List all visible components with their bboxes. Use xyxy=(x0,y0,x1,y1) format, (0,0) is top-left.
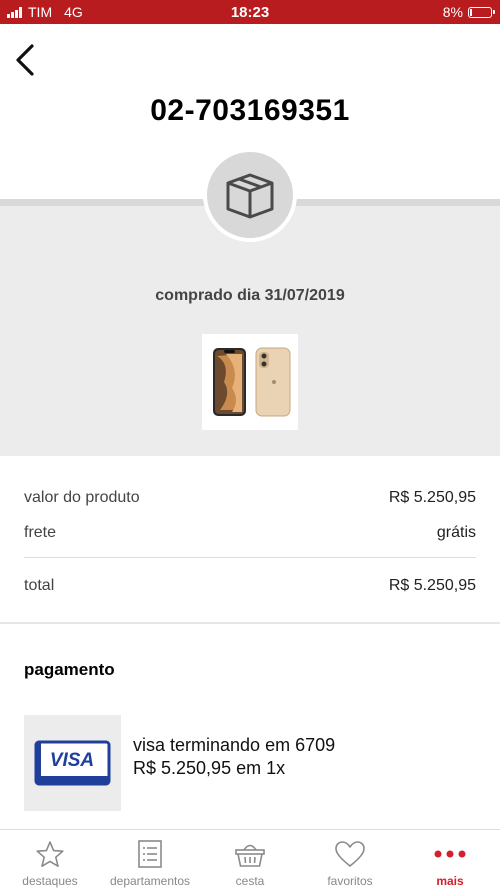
nav-item-cesta[interactable]: cesta xyxy=(200,830,300,889)
nav-label-cesta: cesta xyxy=(235,874,265,888)
battery-fill xyxy=(470,8,472,16)
section-divider xyxy=(0,622,500,624)
product-value-label: valor do produto xyxy=(24,489,140,506)
list-icon xyxy=(138,840,162,868)
status-right: 8% xyxy=(442,4,495,20)
heart-icon xyxy=(335,841,365,867)
nav-item-mais[interactable]: mais xyxy=(400,830,500,889)
product-value: R$ 5.250,95 xyxy=(388,489,476,506)
nav-label-favoritos: favoritos xyxy=(327,874,373,888)
total-label: total xyxy=(24,577,55,594)
battery-percent: 8% xyxy=(442,4,463,20)
star-icon xyxy=(36,841,64,868)
visa-wordmark: VISA xyxy=(50,750,94,771)
card-brand-box: VISA xyxy=(24,715,121,811)
card-ending-text: visa terminando em 6709 xyxy=(133,735,336,755)
status-time: 18:23 xyxy=(230,4,270,21)
visa-card-icon: VISA xyxy=(34,740,111,786)
payment-heading: pagamento xyxy=(24,660,115,679)
purchase-date: comprado dia 31/07/2019 xyxy=(155,287,345,304)
chevron-left-icon xyxy=(16,44,34,76)
order-number: 02-703169351 xyxy=(150,94,350,127)
shipping-value: grátis xyxy=(436,524,476,541)
back-button[interactable] xyxy=(12,42,38,78)
shipping-label: frete xyxy=(24,524,57,541)
battery-icon xyxy=(468,6,495,18)
product-image[interactable] xyxy=(202,334,298,430)
nav-item-destaques[interactable]: destaques xyxy=(0,830,100,889)
installments-text: R$ 5.250,95 em 1x xyxy=(133,758,286,778)
nav-item-departamentos[interactable]: departamentos xyxy=(100,830,200,889)
package-badge xyxy=(203,148,297,242)
more-dots-icon xyxy=(434,850,466,858)
nav-label-departamentos: departamentos xyxy=(109,874,191,888)
package-icon xyxy=(226,173,274,219)
nav-label-destaques: destaques xyxy=(22,874,78,888)
status-bar: TIM 4G 18:23 8% xyxy=(0,0,500,24)
nav-label-mais: mais xyxy=(436,874,464,888)
phone-product-image xyxy=(213,347,291,417)
nav-item-favoritos[interactable]: favoritos xyxy=(300,830,400,889)
total-value: R$ 5.250,95 xyxy=(388,577,476,594)
bottom-navigation: destaques departamentos cesta favoritos … xyxy=(0,829,500,889)
basket-icon xyxy=(235,844,265,867)
summary-divider xyxy=(24,557,476,558)
